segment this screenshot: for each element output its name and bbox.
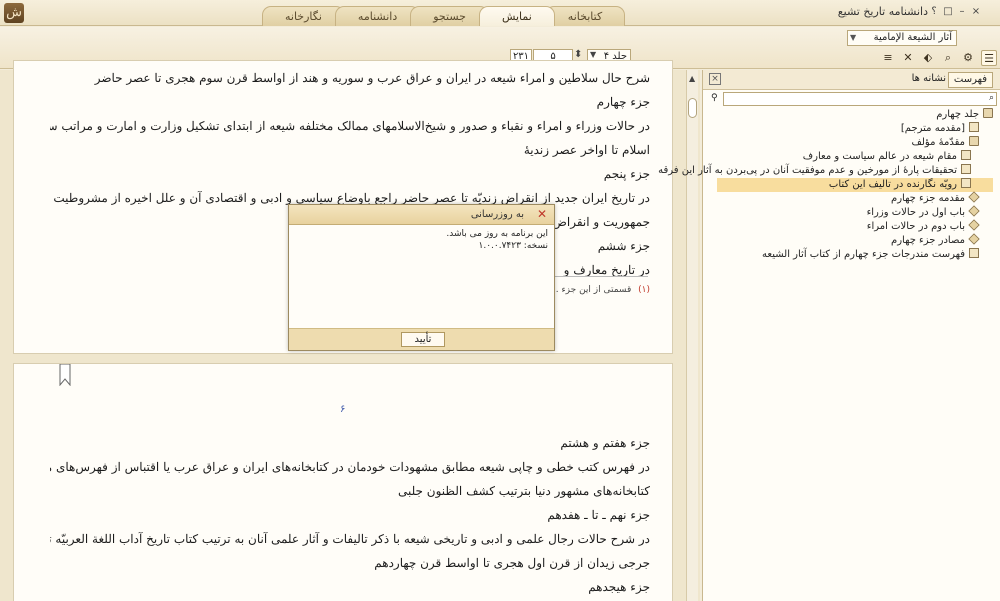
ok-button[interactable]: تأیید [401,332,445,347]
text-line: شرح حال سلاطین و امراء شیعه در ایران و ع… [94,71,650,85]
page-icon [961,150,971,160]
text-line: در فهرس کتب خطی و چاپی شیعه مطابق مشهودا… [50,460,650,474]
tab-gallery[interactable]: نگارخانه [262,6,345,26]
bookmark-icon[interactable] [59,364,71,386]
list-icon[interactable]: ≡ [880,50,896,66]
section-icon [968,233,980,245]
toc-item-selected[interactable]: رویّه نگارنده در تالیف این کتاب [717,178,993,192]
toc-item-label: باب اول در حالات وزراء [866,207,965,218]
heading-line: جزء هیجدهم [588,580,650,594]
book-icon [983,108,993,118]
text-line: در تاریخ ایران جدید از انقراض زندیّه تا … [50,191,650,205]
scroll-thumb[interactable] [688,98,697,118]
page-number: ۶ [340,404,346,415]
page-icon [969,122,979,132]
heading-line: جزء هفتم و هشتم [560,436,650,450]
close-icon[interactable]: × [970,6,982,18]
search-icon: ⌕ [988,93,994,103]
toc-item-label: رویّه نگارنده در تالیف این کتاب [828,179,957,190]
toc-item-label: مقدّمهٔ مؤلف [911,137,965,148]
text-line: جرجی زیدان از قرن اول هجری تا اواسط قرن … [374,556,650,570]
toc-item[interactable]: مقدمه جزء چهارم [891,191,980,206]
toc-item-label: [مقدمه مترجم] [900,123,965,134]
tab-view[interactable]: نمایش [478,6,555,26]
section-icon [968,205,980,217]
dialog-title: به روزرسانی [470,209,524,220]
tab-bookmarks[interactable]: نشانه ها [907,72,951,88]
toc-item[interactable]: فهرست مندرجات جزء چهارم از کتاب آثار الش… [762,248,979,262]
expand-icon[interactable]: ✕ [900,50,916,66]
close-icon[interactable]: × [709,73,721,85]
dialog-footer: تأیید [289,328,554,350]
main-tabs: نگارخانه دانشنامه جستجو نمایش کتابخانه [262,6,626,26]
heading-line: جزء پنجم [603,167,650,181]
sidebar-header: × فهرست نشانه ها [703,70,1000,90]
toc-item[interactable]: مقام شیعه در عالم سیاست و معارف [803,150,971,164]
content-scrollbar[interactable]: ▲ [686,70,698,601]
book-icon [969,136,979,146]
book-select-value: آثار الشیعة الإمامیة [873,32,952,43]
dialog-title-bar: ✕ به روزرسانی [289,205,554,225]
toc-item-label: مقدمه جزء چهارم [891,193,965,204]
book-page: ۶ جزء هفتم و هشتم در فهرس کتب خطی و چاپی… [13,363,673,601]
chevron-down-icon: ▼ [850,33,857,42]
help-icon[interactable]: ؟ [928,6,940,18]
text-line: کتابخانه‌های مشهور دنیا بترتیب کشف الظنو… [397,484,650,498]
section-icon [968,191,980,203]
text-line: در شرح حالات رجال علمی و ادبی و تاریخی ش… [50,532,650,546]
tab-search[interactable]: جستجو [410,6,489,26]
heading-line: جزء چهارم [596,95,650,109]
page-stepper-icon[interactable]: ⬍ [574,49,582,60]
toc-item-label: مصادر جزء چهارم [891,235,965,246]
toc-item-label: باب دوم در حالات امراء [866,221,965,232]
scroll-up-icon[interactable]: ▲ [689,74,695,83]
search-icon[interactable]: ⌕ [940,50,956,66]
page-icon [961,164,971,174]
key-icon[interactable]: ⚲ [711,93,718,103]
dialog-version: نسخه: ۱.۰.۰.۷۴۲۳ [478,241,548,251]
book-select[interactable]: آثار الشیعة الإمامیة ▼ [847,30,957,46]
chevron-down-icon: ▼ [590,50,597,59]
toc-item[interactable]: باب اول در حالات وزراء [866,205,980,220]
minimize-icon[interactable]: – [956,6,968,18]
footnote-number[interactable]: (۱) [638,285,650,295]
toc-item-label: فهرست مندرجات جزء چهارم از کتاب آثار الش… [762,249,965,260]
toc-search-input[interactable]: ⌕ [723,92,997,106]
close-icon[interactable]: ✕ [537,208,547,221]
toc-item[interactable]: تحقیقات پارهٔ از مورخین و عدم موفقیت آنا… [658,164,971,178]
text-line: اسلام تا اواخر عصر زندیهٔ [523,143,650,157]
toc-item[interactable]: مقدّمهٔ مؤلف [912,136,979,150]
toc-item[interactable]: جلد چهارم [936,108,993,122]
tab-toc[interactable]: فهرست [947,72,993,88]
toc-item[interactable]: [مقدمه مترجم] [901,122,979,136]
dialog-message: این برنامه به روز می باشد. [446,229,548,239]
window-title: دانشنامه تاریخ تشیع [837,5,928,18]
title-bar: ش نگارخانه دانشنامه جستجو نمایش کتابخانه… [0,0,1000,26]
heading-line: جزء نهم ـ تا ـ هفدهم [547,508,650,522]
restore-icon[interactable]: □ [942,6,954,18]
sidebar: × فهرست نشانه ها ⚲ ⌕ جلد چهارم [مقدمه مت… [658,70,1000,601]
section-icon [968,219,980,231]
toc-item-label: مقام شیعه در عالم سیاست و معارف [802,151,957,162]
list-view-icon[interactable]: ☰ [981,50,997,66]
eraser-icon[interactable]: ⬖ [920,50,936,66]
app-logo-icon: ش [4,3,24,23]
update-dialog: ✕ به روزرسانی این برنامه به روز می باشد.… [288,204,555,351]
tab-library[interactable]: کتابخانه [544,6,626,26]
toc-item[interactable]: مصادر جزء چهارم [891,233,980,248]
toc-item-label: تحقیقات پارهٔ از مورخین و عدم موفقیت آنا… [658,165,957,176]
tab-encyclopedia[interactable]: دانشنامه [334,6,421,26]
toc-item-label: جلد چهارم [936,109,979,120]
page-icon [961,178,971,188]
gear-icon[interactable]: ⚙ [960,50,976,66]
text-line: در حالات وزراء و امراء و نقباء و صدور و … [50,119,650,133]
toc-item[interactable]: باب دوم در حالات امراء [866,219,980,234]
page-icon [969,248,979,258]
